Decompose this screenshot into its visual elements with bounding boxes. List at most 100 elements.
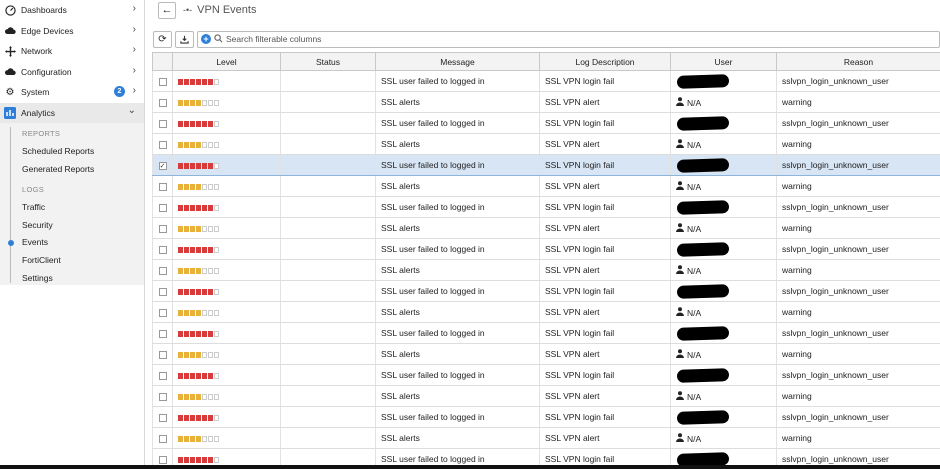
status-cell bbox=[280, 259, 376, 281]
row-checkbox[interactable] bbox=[158, 140, 167, 149]
user-cell bbox=[670, 238, 777, 260]
chevron-right-icon: › bbox=[132, 85, 136, 96]
table-row[interactable]: SSL user failed to logged in SSL VPN logi… bbox=[152, 112, 940, 134]
table-row[interactable]: SSL alerts SSL VPN alert N/A warning bbox=[152, 427, 940, 449]
table-row[interactable]: SSL alerts SSL VPN alert N/A warning bbox=[152, 217, 940, 239]
table-row[interactable]: SSL alerts SSL VPN alert N/A warning bbox=[152, 301, 940, 323]
sidebar-item-security[interactable]: Security bbox=[0, 217, 144, 235]
level-segment bbox=[208, 435, 213, 442]
download-button[interactable] bbox=[175, 30, 194, 48]
status-cell bbox=[280, 154, 376, 176]
message-cell: SSL user failed to logged in bbox=[375, 196, 540, 218]
sidebar-item-dashboards[interactable]: Dashboards › bbox=[0, 0, 144, 21]
table-row[interactable]: SSL alerts SSL VPN alert N/A warning bbox=[152, 91, 940, 113]
row-checkbox[interactable] bbox=[158, 266, 167, 275]
row-checkbox[interactable] bbox=[158, 392, 167, 401]
message-cell: SSL user failed to logged in bbox=[375, 112, 540, 134]
level-segment bbox=[196, 162, 201, 169]
level-segment bbox=[208, 414, 213, 421]
table-row[interactable]: SSL alerts SSL VPN alert N/A warning bbox=[152, 385, 940, 407]
search-box[interactable]: + bbox=[197, 30, 940, 48]
level-segment bbox=[208, 246, 213, 253]
row-checkbox[interactable] bbox=[158, 350, 167, 359]
status-cell bbox=[280, 238, 376, 260]
level-segment bbox=[202, 141, 207, 148]
table-row[interactable]: SSL user failed to logged in SSL VPN logi… bbox=[152, 280, 940, 302]
reason-cell: warning bbox=[776, 175, 940, 197]
row-checkbox[interactable]: ✓ bbox=[158, 161, 167, 170]
message-cell: SSL alerts bbox=[375, 343, 540, 365]
back-button[interactable]: ← bbox=[158, 1, 176, 19]
row-checkbox[interactable] bbox=[158, 329, 167, 338]
column-header-level[interactable]: Level bbox=[172, 52, 281, 71]
column-header-reason[interactable]: Reason bbox=[776, 52, 940, 71]
table-row[interactable]: SSL user failed to logged in SSL VPN logi… bbox=[152, 322, 940, 344]
column-header-user[interactable]: User bbox=[670, 52, 777, 71]
sidebar-item-forticlient[interactable]: FortiClient bbox=[0, 252, 144, 270]
sidebar-item-events[interactable]: Events bbox=[0, 234, 144, 252]
level-segment bbox=[202, 120, 207, 127]
sidebar: Dashboards › Edge Devices › Network › Co… bbox=[0, 0, 145, 469]
row-checkbox[interactable] bbox=[158, 455, 167, 464]
sidebar-item-settings[interactable]: Settings bbox=[0, 270, 144, 288]
row-select-cell bbox=[152, 364, 173, 386]
row-checkbox[interactable] bbox=[158, 287, 167, 296]
table-row[interactable]: SSL alerts SSL VPN alert N/A warning bbox=[152, 133, 940, 155]
row-checkbox[interactable] bbox=[158, 308, 167, 317]
user-cell: N/A bbox=[670, 343, 777, 365]
row-checkbox[interactable] bbox=[158, 371, 167, 380]
row-checkbox[interactable] bbox=[158, 245, 167, 254]
row-checkbox[interactable] bbox=[158, 434, 167, 443]
level-segment bbox=[202, 393, 207, 400]
chevron-right-icon: › bbox=[132, 3, 136, 14]
analytics-submenu: REPORTS Scheduled Reports Generated Repo… bbox=[0, 123, 144, 285]
status-cell bbox=[280, 406, 376, 428]
level-indicator bbox=[178, 456, 219, 463]
level-segment bbox=[184, 372, 189, 379]
table-row[interactable]: SSL user failed to logged in SSL VPN logi… bbox=[152, 196, 940, 218]
level-cell bbox=[172, 406, 281, 428]
column-header-message[interactable]: Message bbox=[375, 52, 540, 71]
add-filter-icon[interactable]: + bbox=[201, 34, 211, 44]
table-row[interactable]: ✓ SSL user failed to logged in SSL VPN log… bbox=[152, 154, 940, 176]
sidebar-item-network[interactable]: Network › bbox=[0, 41, 144, 62]
table-row[interactable]: SSL alerts SSL VPN alert N/A warning bbox=[152, 259, 940, 281]
column-header-log-description[interactable]: Log Description bbox=[539, 52, 671, 71]
sidebar-item-traffic[interactable]: Traffic bbox=[0, 199, 144, 217]
user-icon bbox=[676, 180, 684, 192]
level-segment bbox=[196, 351, 201, 358]
sidebar-item-generated-reports[interactable]: Generated Reports bbox=[0, 161, 144, 179]
sidebar-item-scheduled-reports[interactable]: Scheduled Reports bbox=[0, 143, 144, 161]
column-header-status[interactable]: Status bbox=[280, 52, 376, 71]
row-checkbox[interactable] bbox=[158, 203, 167, 212]
table-row[interactable]: SSL alerts SSL VPN alert N/A warning bbox=[152, 175, 940, 197]
level-segment bbox=[208, 372, 213, 379]
status-cell bbox=[280, 322, 376, 344]
sidebar-item-analytics[interactable]: Analytics ⌄ bbox=[0, 102, 144, 123]
sidebar-item-configuration[interactable]: Configuration › bbox=[0, 62, 144, 83]
search-input[interactable] bbox=[226, 34, 526, 44]
refresh-button[interactable]: ⟳ bbox=[153, 30, 172, 48]
user-icon bbox=[676, 348, 684, 360]
sidebar-item-system[interactable]: ⚙ System 2 › bbox=[0, 82, 144, 103]
level-segment bbox=[178, 330, 183, 337]
level-segment bbox=[178, 309, 183, 316]
table-row[interactable]: SSL user failed to logged in SSL VPN logi… bbox=[152, 238, 940, 260]
sidebar-item-edge-devices[interactable]: Edge Devices › bbox=[0, 21, 144, 42]
message-cell: SSL alerts bbox=[375, 427, 540, 449]
table-row[interactable]: SSL alerts SSL VPN alert N/A warning bbox=[152, 343, 940, 365]
row-checkbox[interactable] bbox=[158, 224, 167, 233]
row-checkbox[interactable] bbox=[158, 77, 167, 86]
row-checkbox[interactable] bbox=[158, 413, 167, 422]
row-select-cell bbox=[152, 70, 173, 92]
select-column-header[interactable] bbox=[152, 52, 173, 71]
level-segment bbox=[202, 414, 207, 421]
table-row[interactable]: SSL user failed to logged in SSL VPN logi… bbox=[152, 406, 940, 428]
row-checkbox[interactable] bbox=[158, 182, 167, 191]
row-checkbox[interactable] bbox=[158, 119, 167, 128]
table-row[interactable]: SSL user failed to logged in SSL VPN logi… bbox=[152, 70, 940, 92]
level-segment bbox=[184, 267, 189, 274]
user-name: N/A bbox=[687, 433, 702, 444]
table-row[interactable]: SSL user failed to logged in SSL VPN logi… bbox=[152, 364, 940, 386]
row-checkbox[interactable] bbox=[158, 98, 167, 107]
